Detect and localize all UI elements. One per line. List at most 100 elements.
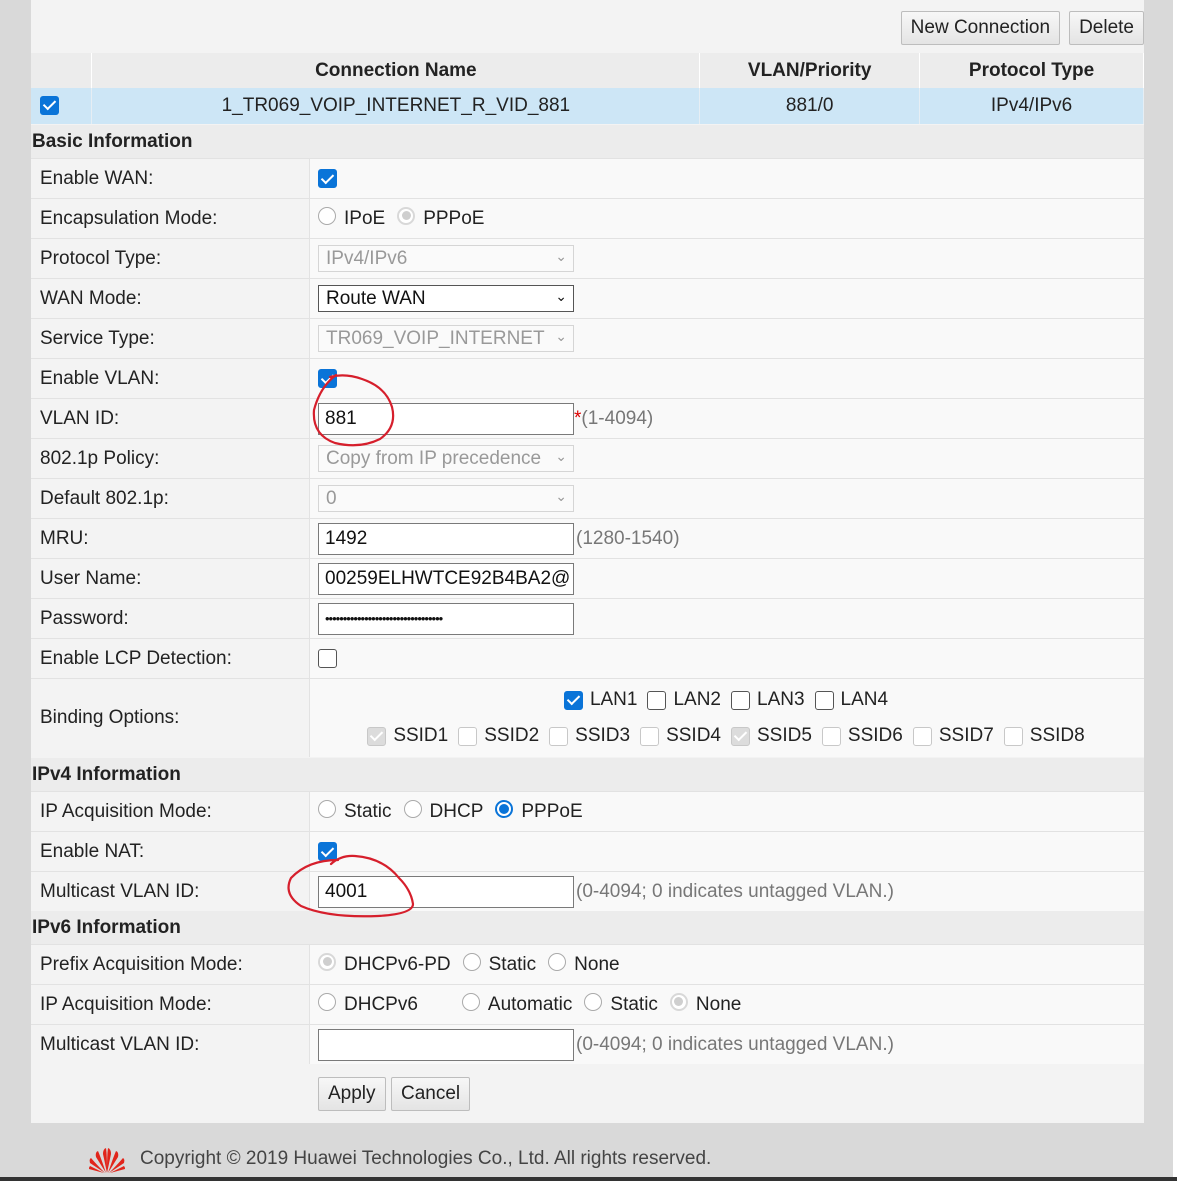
ipv6-dhcpv6-radio[interactable] <box>318 992 336 1011</box>
ssid4-label: SSID4 <box>666 725 721 746</box>
lan-binding-group: LAN1 LAN2 LAN3 LAN4 <box>563 689 898 711</box>
column-header-connection-name: Connection Name <box>91 53 701 88</box>
lan1-checkbox[interactable] <box>563 690 583 710</box>
ipv4-dhcp-radio[interactable] <box>403 799 422 818</box>
ipv4-multicast-hint: (0-4094; 0 indicates untagged VLAN.) <box>576 880 894 902</box>
enable-nat-label: Enable NAT: <box>31 832 310 871</box>
required-marker: * <box>574 407 582 429</box>
apply-button[interactable]: Apply <box>318 1077 386 1111</box>
ipv4-information-title: IPv4 Information <box>31 758 1144 791</box>
lcp-detection-checkbox[interactable] <box>318 649 337 668</box>
prefix-mode-label: Prefix Acquisition Mode: <box>31 945 310 984</box>
basic-information-title: Basic Information <box>31 125 1144 158</box>
prefix-dhcpv6pd-radio[interactable] <box>318 952 336 971</box>
policy-select[interactable]: Copy from IP precedence ⌄ <box>318 445 574 472</box>
ssid6-checkbox[interactable] <box>821 726 841 746</box>
wan-mode-value: Route WAN <box>326 287 426 309</box>
cancel-button[interactable]: Cancel <box>391 1077 471 1111</box>
window-bottom-edge <box>0 1177 1177 1181</box>
ipv6-information-rows: Prefix Acquisition Mode: DHCPv6-PD Stati… <box>31 944 1144 1064</box>
row-select-checkbox[interactable] <box>40 95 59 115</box>
protocol-type-cell: IPv4/IPv6 <box>919 88 1144 124</box>
lan2-checkbox[interactable] <box>647 690 667 710</box>
ssid5-label: SSID5 <box>757 725 812 746</box>
wan-config-panel: New Connection Delete Connection Name VL… <box>31 0 1144 1123</box>
ipv6-static-radio[interactable] <box>584 992 603 1011</box>
ipv6-ip-mode-row: IP Acquisition Mode: DHCPv6 Automatic St… <box>31 984 1144 1024</box>
ssid1-label: SSID1 <box>393 725 449 746</box>
enable-wan-row: Enable WAN: <box>31 158 1144 198</box>
ssid8-checkbox[interactable] <box>1003 726 1023 746</box>
ssid5-checkbox[interactable] <box>731 726 750 746</box>
ipv6-automatic-radio[interactable] <box>461 992 480 1011</box>
binding-options-label: Binding Options: <box>31 679 310 757</box>
lan2-label: LAN2 <box>673 689 721 710</box>
table-row[interactable]: 1_TR069_VOIP_INTERNET_R_VID_881 881/0 IP… <box>31 88 1144 124</box>
ipv6-multicast-row: Multicast VLAN ID: (0-4094; 0 indicates … <box>31 1024 1144 1064</box>
prefix-none-label: None <box>574 953 620 975</box>
ssid3-label: SSID3 <box>575 725 631 746</box>
encapsulation-ipoe-radio[interactable] <box>318 206 336 225</box>
enable-wan-checkbox[interactable] <box>318 169 337 188</box>
ipv4-dhcp-label: DHCP <box>429 800 484 822</box>
lan4-checkbox[interactable] <box>814 690 834 710</box>
ssid4-checkbox[interactable] <box>640 726 660 746</box>
new-connection-button[interactable]: New Connection <box>900 11 1061 45</box>
enable-wan-label: Enable WAN: <box>31 159 310 198</box>
ssid2-label: SSID2 <box>484 725 540 746</box>
wan-mode-select[interactable]: Route WAN ⌄ <box>318 285 574 312</box>
encapsulation-mode-label: Encapsulation Mode: <box>31 199 310 238</box>
connection-name-cell: 1_TR069_VOIP_INTERNET_R_VID_881 <box>91 88 701 124</box>
lan3-checkbox[interactable] <box>731 690 750 710</box>
ssid7-checkbox[interactable] <box>912 726 932 746</box>
vlan-priority-cell: 881/0 <box>699 88 921 124</box>
ssid7-label: SSID7 <box>938 725 994 746</box>
delete-button[interactable]: Delete <box>1069 11 1144 45</box>
enable-vlan-row: Enable VLAN: <box>31 358 1144 398</box>
default-8021p-value: 0 <box>326 487 337 509</box>
ipv6-dhcpv6-label: DHCPv6 <box>344 993 418 1015</box>
vlan-id-input[interactable]: 881 <box>318 402 574 435</box>
prefix-dhcpv6pd-label: DHCPv6-PD <box>344 953 451 975</box>
ssid3-checkbox[interactable] <box>549 726 569 746</box>
ssid2-checkbox[interactable] <box>458 726 478 746</box>
prefix-static-label: Static <box>488 953 537 975</box>
vlan-id-row: VLAN ID: 881 * (1-4094) <box>31 398 1144 438</box>
ipv4-static-label: Static <box>344 800 392 822</box>
column-header-vlan-priority: VLAN/Priority <box>699 53 921 88</box>
enable-vlan-checkbox[interactable] <box>318 369 337 388</box>
ssid1-checkbox[interactable] <box>367 726 387 746</box>
mru-input[interactable]: 1492 <box>318 522 574 555</box>
prefix-none-radio[interactable] <box>548 952 567 971</box>
ipv4-multicast-label: Multicast VLAN ID: <box>31 872 310 911</box>
binding-options-row: Binding Options: LAN1 LAN2 LAN3 LAN4 SSI… <box>31 678 1144 757</box>
policy-value: Copy from IP precedence <box>326 447 542 469</box>
ipv4-static-radio[interactable] <box>318 799 336 818</box>
ipv4-multicast-row: Multicast VLAN ID: 4001 (0-4094; 0 indic… <box>31 871 1144 911</box>
wan-mode-row: WAN Mode: Route WAN ⌄ <box>31 278 1144 318</box>
protocol-type-select[interactable]: IPv4/IPv6 ⌄ <box>318 245 574 272</box>
ipv6-multicast-label: Multicast VLAN ID: <box>31 1025 310 1064</box>
copyright-text: Copyright © 2019 Huawei Technologies Co.… <box>140 1148 712 1169</box>
row-select-cell <box>31 88 93 124</box>
user-name-input[interactable]: 00259ELHWTCE92B4BA2@ <box>318 562 574 595</box>
encapsulation-pppoe-label: PPPoE <box>423 207 485 229</box>
prefix-static-radio[interactable] <box>462 952 481 971</box>
ipv4-multicast-input[interactable]: 4001 <box>318 875 574 908</box>
ipv6-ip-mode-label: IP Acquisition Mode: <box>31 985 310 1024</box>
encapsulation-ipoe-label: IPoE <box>344 207 386 229</box>
chevron-down-icon: ⌄ <box>551 448 567 465</box>
default-8021p-row: Default 802.1p: 0 ⌄ <box>31 478 1144 518</box>
enable-nat-checkbox[interactable] <box>318 842 337 861</box>
ipv6-multicast-input[interactable] <box>318 1028 574 1061</box>
encapsulation-pppoe-radio[interactable] <box>397 206 416 225</box>
ipv6-none-radio[interactable] <box>669 992 688 1011</box>
ssid6-label: SSID6 <box>847 725 903 746</box>
service-type-select[interactable]: TR069_VOIP_INTERNET ⌄ <box>318 325 574 352</box>
window-edge <box>1173 0 1177 1181</box>
ipv4-pppoe-radio[interactable] <box>495 799 514 818</box>
password-input[interactable]: ••••••••••••••••••••••••••••••••• <box>318 602 574 635</box>
ipv6-multicast-hint: (0-4094; 0 indicates untagged VLAN.) <box>576 1033 894 1055</box>
default-8021p-select[interactable]: 0 ⌄ <box>318 485 574 512</box>
service-type-row: Service Type: TR069_VOIP_INTERNET ⌄ <box>31 318 1144 358</box>
